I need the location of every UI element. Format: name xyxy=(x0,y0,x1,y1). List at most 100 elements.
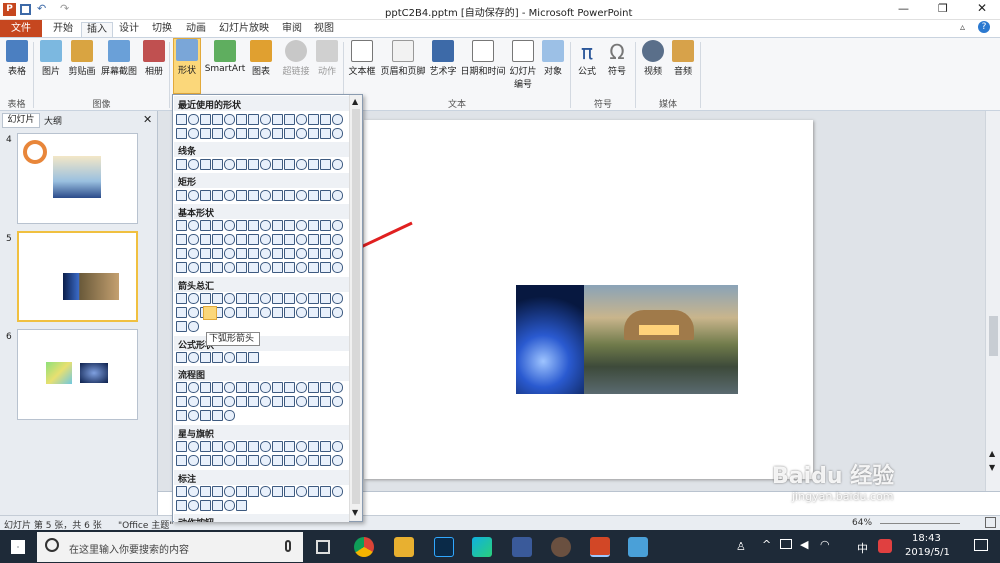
shape-option[interactable] xyxy=(248,486,259,497)
shape-option[interactable] xyxy=(224,114,235,125)
shape-option[interactable] xyxy=(212,262,223,273)
shape-option[interactable] xyxy=(320,190,331,201)
shape-option[interactable] xyxy=(188,190,199,201)
shape-option[interactable] xyxy=(212,382,223,393)
shape-option[interactable] xyxy=(308,262,319,273)
shape-option[interactable] xyxy=(296,262,307,273)
shape-option[interactable] xyxy=(200,248,211,259)
shape-option[interactable] xyxy=(224,128,235,139)
shape-option[interactable] xyxy=(188,396,199,407)
shape-option[interactable] xyxy=(260,114,271,125)
shape-option[interactable] xyxy=(308,293,319,304)
shape-option[interactable] xyxy=(200,396,211,407)
shape-option[interactable] xyxy=(236,455,247,466)
shape-option[interactable] xyxy=(260,159,271,170)
shape-option[interactable] xyxy=(212,220,223,231)
shape-option[interactable] xyxy=(296,441,307,452)
shape-option[interactable] xyxy=(188,352,199,363)
shape-option[interactable] xyxy=(260,262,271,273)
shape-option[interactable] xyxy=(224,293,235,304)
shape-option[interactable] xyxy=(224,382,235,393)
shape-option[interactable] xyxy=(284,455,295,466)
down-arc-arrow-shape[interactable] xyxy=(203,306,217,320)
shape-option[interactable] xyxy=(200,486,211,497)
shape-option[interactable] xyxy=(176,352,187,363)
shape-option[interactable] xyxy=(224,455,235,466)
shape-row[interactable] xyxy=(176,500,248,512)
file-explorer-icon[interactable] xyxy=(394,537,414,557)
shape-option[interactable] xyxy=(188,159,199,170)
shape-option[interactable] xyxy=(320,441,331,452)
shape-option[interactable] xyxy=(284,234,295,245)
shape-option[interactable] xyxy=(320,248,331,259)
shape-option[interactable] xyxy=(260,293,271,304)
shape-option[interactable] xyxy=(284,293,295,304)
shape-option[interactable] xyxy=(272,190,283,201)
shape-option[interactable] xyxy=(308,396,319,407)
shape-option[interactable] xyxy=(272,307,283,318)
shape-option[interactable] xyxy=(308,114,319,125)
shape-option[interactable] xyxy=(248,307,259,318)
shape-row[interactable] xyxy=(176,234,348,246)
shape-option[interactable] xyxy=(224,307,235,318)
shape-option[interactable] xyxy=(176,396,187,407)
shape-option[interactable] xyxy=(236,500,247,511)
shape-row[interactable] xyxy=(176,128,348,140)
shape-row[interactable] xyxy=(176,293,348,305)
shape-option[interactable] xyxy=(296,455,307,466)
shape-option[interactable] xyxy=(284,220,295,231)
shape-option[interactable] xyxy=(320,220,331,231)
shape-option[interactable] xyxy=(212,114,223,125)
shape-option[interactable] xyxy=(224,190,235,201)
shape-option[interactable] xyxy=(212,234,223,245)
shape-option[interactable] xyxy=(272,262,283,273)
shape-option[interactable] xyxy=(176,114,187,125)
shape-option[interactable] xyxy=(320,159,331,170)
shape-option[interactable] xyxy=(224,352,235,363)
shape-option[interactable] xyxy=(212,248,223,259)
shape-option[interactable] xyxy=(188,293,199,304)
shape-option[interactable] xyxy=(260,307,271,318)
shape-option[interactable] xyxy=(332,159,343,170)
shape-option[interactable] xyxy=(308,159,319,170)
shape-option[interactable] xyxy=(224,396,235,407)
shape-row[interactable] xyxy=(176,114,348,126)
shape-option[interactable] xyxy=(176,321,187,332)
shape-option[interactable] xyxy=(248,382,259,393)
volume-icon[interactable]: ◀ xyxy=(800,538,808,551)
shape-option[interactable] xyxy=(320,234,331,245)
gallery-scrollbar[interactable]: ▲ ▼ xyxy=(349,95,362,521)
shape-option[interactable] xyxy=(188,262,199,273)
shape-option[interactable] xyxy=(212,455,223,466)
shape-option[interactable] xyxy=(272,220,283,231)
shape-option[interactable] xyxy=(296,396,307,407)
shape-option[interactable] xyxy=(284,396,295,407)
shape-option[interactable] xyxy=(176,441,187,452)
shape-option[interactable] xyxy=(272,441,283,452)
shape-option[interactable] xyxy=(236,486,247,497)
shape-option[interactable] xyxy=(332,114,343,125)
shape-option[interactable] xyxy=(296,307,307,318)
shape-option[interactable] xyxy=(188,307,199,318)
shape-option[interactable] xyxy=(248,159,259,170)
shape-option[interactable] xyxy=(260,128,271,139)
shape-option[interactable] xyxy=(248,396,259,407)
shape-row[interactable] xyxy=(176,307,348,319)
shape-option[interactable] xyxy=(176,128,187,139)
shape-option[interactable] xyxy=(272,382,283,393)
microphone-icon[interactable] xyxy=(285,540,291,552)
shape-option[interactable] xyxy=(200,262,211,273)
shape-option[interactable] xyxy=(188,441,199,452)
wifi-icon[interactable]: ◠ xyxy=(820,538,830,551)
shape-option[interactable] xyxy=(224,234,235,245)
shape-option[interactable] xyxy=(332,190,343,201)
shape-option[interactable] xyxy=(176,159,187,170)
shape-option[interactable] xyxy=(296,382,307,393)
shape-option[interactable] xyxy=(332,234,343,245)
shape-row[interactable] xyxy=(176,190,348,202)
windows-start-icon[interactable] xyxy=(11,540,25,554)
shape-option[interactable] xyxy=(260,234,271,245)
shape-option[interactable] xyxy=(284,486,295,497)
shape-option[interactable] xyxy=(224,220,235,231)
shape-option[interactable] xyxy=(308,128,319,139)
